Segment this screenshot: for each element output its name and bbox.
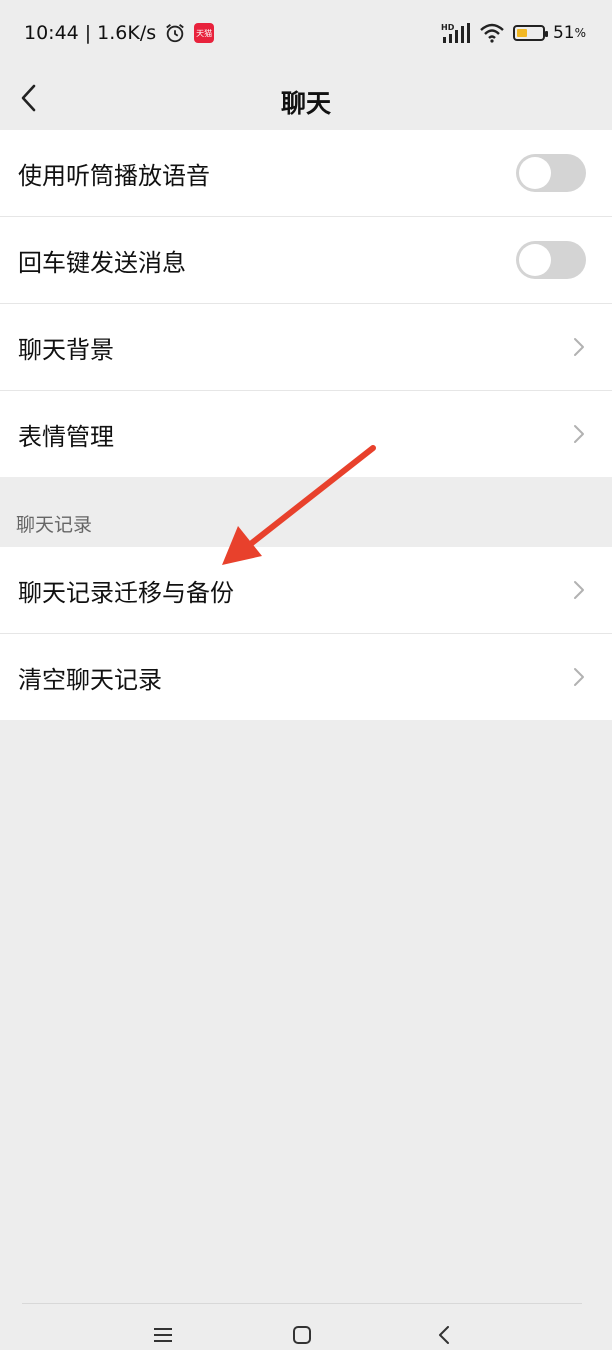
signal-icon: HD [441,23,470,43]
battery-unit: % [574,26,586,40]
enter-to-send-toggle[interactable] [516,241,586,279]
setting-row-earpiece-voice[interactable]: 使用听筒播放语音 [0,130,612,217]
setting-label: 聊天记录迁移与备份 [18,578,234,607]
chevron-right-icon [574,668,584,686]
setting-label: 清空聊天记录 [18,665,162,694]
toggle-knob [519,157,551,189]
system-nav-bar [0,1310,612,1350]
status-right: HD 51% [441,22,586,44]
setting-label: 回车键发送消息 [18,248,186,277]
setting-row-chat-background[interactable]: 聊天背景 [0,304,612,391]
network-label: HD [441,23,455,32]
home-icon[interactable] [292,1326,312,1344]
header-bar: 聊天 [0,70,612,130]
setting-row-migrate-backup[interactable]: 聊天记录迁移与备份 [0,547,612,634]
setting-row-sticker-management[interactable]: 表情管理 [0,391,612,477]
status-left: 10:44 | 1.6K/s 天猫 [24,22,215,44]
back-icon[interactable] [437,1326,451,1344]
setting-label: 表情管理 [18,422,114,451]
setting-row-clear-history[interactable]: 清空聊天记录 [0,634,612,720]
status-bar: 10:44 | 1.6K/s 天猫 HD 51% [0,0,612,70]
alarm-icon [166,24,184,43]
status-time: 10:44 [24,22,79,44]
net-speed: 1.6K/s [97,22,157,44]
chevron-right-icon [574,581,584,599]
setting-label: 聊天背景 [18,335,114,364]
setting-label: 使用听筒播放语音 [18,161,210,190]
battery-fill [516,29,528,37]
settings-group-general: 使用听筒播放语音 回车键发送消息 聊天背景 表情管理 [0,130,612,477]
settings-group-chat-history: 聊天记录迁移与备份 清空聊天记录 [0,547,612,720]
chevron-right-icon [574,425,584,443]
section-header-chat-history: 聊天记录 [16,514,93,536]
earpiece-voice-toggle[interactable] [516,154,586,192]
chevron-right-icon [574,338,584,356]
menu-icon[interactable] [153,1326,173,1344]
battery-icon [512,25,548,41]
tmall-icon: 天猫 [194,23,215,43]
setting-row-enter-to-send[interactable]: 回车键发送消息 [0,217,612,304]
toggle-knob [519,244,551,276]
nav-divider [22,1303,582,1304]
battery-percent: 51 [552,23,575,43]
status-separator: | [84,22,92,44]
page-title: 聊天 [280,89,331,118]
wifi-icon [480,23,504,43]
